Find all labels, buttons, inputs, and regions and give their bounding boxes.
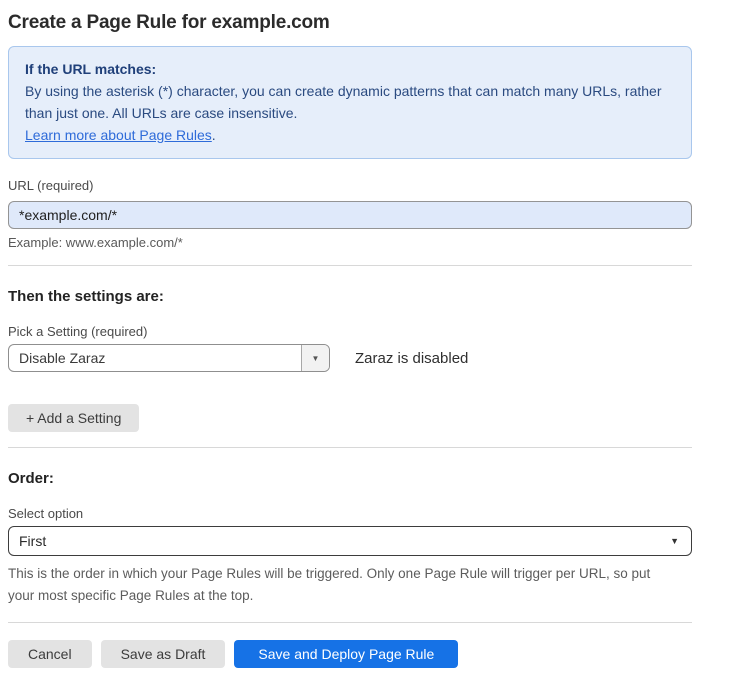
order-select-value: First [19,533,670,549]
setting-picker-row: Disable Zaraz ▼ Zaraz is disabled [8,344,692,372]
info-box-heading: If the URL matches: [25,58,675,80]
divider [8,265,692,266]
info-box-link-row: Learn more about Page Rules. [25,124,675,146]
setting-select-arrow-button[interactable]: ▼ [301,345,329,371]
caret-down-icon: ▼ [670,536,679,546]
page-rule-form: Create a Page Rule for example.com If th… [8,12,692,668]
footer-actions: Cancel Save as Draft Save and Deploy Pag… [8,640,692,668]
cancel-button[interactable]: Cancel [8,640,92,668]
pick-setting-label: Pick a Setting (required) [8,324,692,339]
url-match-info-box: If the URL matches: By using the asteris… [8,46,692,159]
settings-section-heading: Then the settings are: [8,288,692,305]
url-field-label: URL (required) [8,178,692,193]
save-and-deploy-button[interactable]: Save and Deploy Page Rule [234,640,458,668]
order-help-text: This is the order in which your Page Rul… [8,563,678,607]
setting-select[interactable]: Disable Zaraz ▼ [8,344,330,372]
setting-select-value: Disable Zaraz [9,345,301,371]
divider [8,622,692,623]
divider [8,447,692,448]
link-period: . [212,127,216,143]
order-select-label: Select option [8,506,692,521]
info-box-body: By using the asterisk (*) character, you… [25,80,675,124]
learn-more-link[interactable]: Learn more about Page Rules [25,127,212,143]
url-example-text: Example: www.example.com/* [8,235,692,250]
order-select[interactable]: First ▼ [8,526,692,556]
caret-down-icon: ▼ [312,354,320,363]
setting-status-text: Zaraz is disabled [355,350,468,367]
url-input[interactable] [8,201,692,229]
save-as-draft-button[interactable]: Save as Draft [101,640,226,668]
add-setting-button[interactable]: + Add a Setting [8,404,139,432]
order-section-heading: Order: [8,470,692,487]
page-title: Create a Page Rule for example.com [8,12,692,34]
